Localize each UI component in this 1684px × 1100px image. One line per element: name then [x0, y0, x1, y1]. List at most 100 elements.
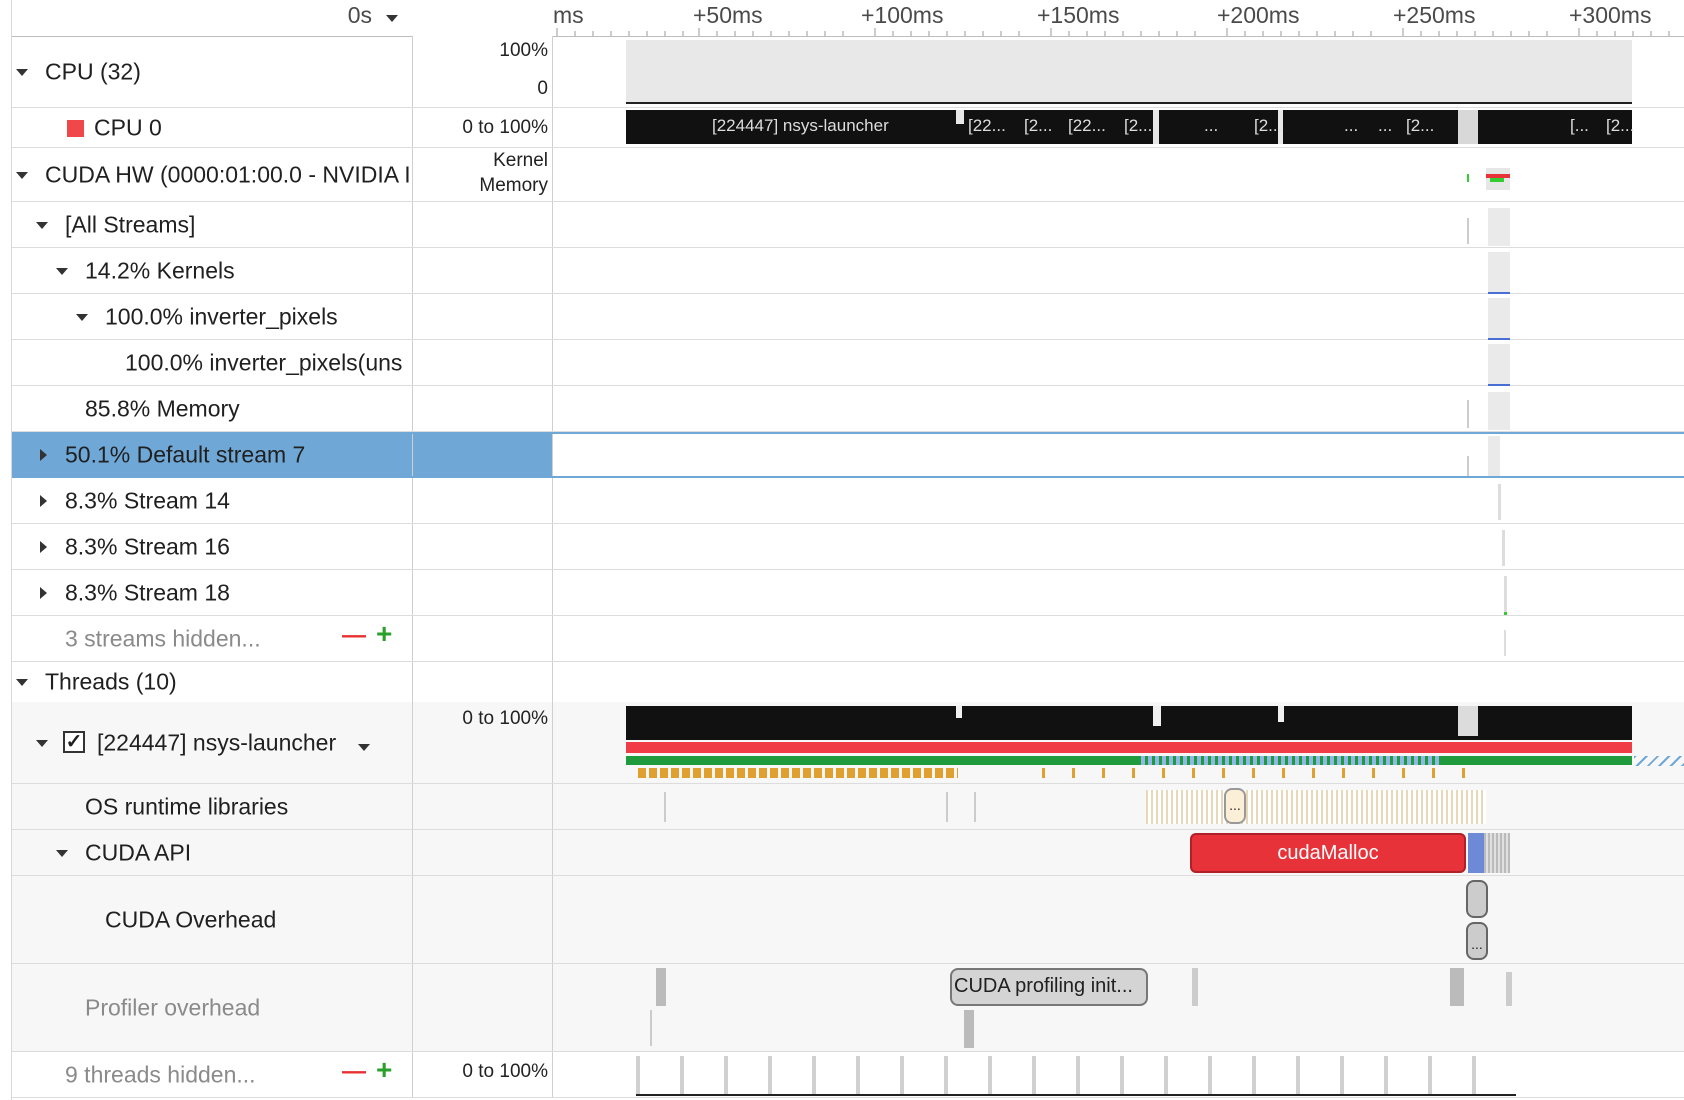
row-streams-hidden[interactable]: 3 streams hidden... — +: [12, 616, 1684, 662]
row-launcher[interactable]: ✓ [224447] nsys-launcher 0 to 100%: [12, 702, 1684, 784]
row-title: CUDA API: [85, 839, 192, 865]
row-default-stream[interactable]: 50.1% Default stream 7: [12, 432, 1684, 478]
row-label: ✓ [224447] nsys-launcher: [12, 702, 412, 783]
cpu0-slice-label: [2...: [1124, 116, 1153, 135]
show-stream-button[interactable]: +: [376, 618, 392, 650]
row-cuda-overhead[interactable]: CUDA Overhead ...: [12, 876, 1684, 964]
row-os-runtime[interactable]: OS runtime libraries ...: [12, 784, 1684, 830]
row-threads[interactable]: Threads (10): [12, 662, 1684, 702]
row-label: CPU 0: [12, 108, 412, 147]
row-label: 8.3% Stream 18: [12, 570, 412, 615]
thread-utilization[interactable]: [626, 706, 1632, 740]
hide-thread-button[interactable]: —: [342, 1058, 366, 1086]
activity-tick: [1504, 630, 1506, 656]
empty-cell: [412, 478, 553, 523]
row-title: 8.3% Stream 14: [65, 487, 230, 513]
cpu0-slice-label: [...: [1570, 116, 1589, 135]
row-cpu0[interactable]: CPU 0 0 to 100% [224447] nsys-launcher […: [12, 108, 1684, 148]
row-memory[interactable]: 85.8% Memory: [12, 386, 1684, 432]
empty-cell: [412, 202, 553, 247]
row-kernels[interactable]: 14.2% Kernels: [12, 248, 1684, 294]
expand-arrow-icon[interactable]: [36, 221, 48, 229]
range-cell: 0 to 100%: [412, 1052, 553, 1097]
expand-arrow-icon[interactable]: [36, 739, 48, 747]
overhead-block[interactable]: [1466, 880, 1488, 918]
expand-arrow-icon[interactable]: [16, 68, 28, 76]
os-runtime-block[interactable]: ...: [1224, 788, 1246, 824]
legend-kernel: Kernel: [493, 150, 548, 171]
cuda-hw-activity[interactable]: [1486, 168, 1510, 190]
cuda-api-block[interactable]: [1468, 833, 1484, 873]
expand-arrow-icon[interactable]: [16, 679, 28, 686]
label-header: 0s: [12, 0, 412, 37]
expand-arrow-icon[interactable]: [40, 494, 47, 507]
hide-stream-button[interactable]: —: [342, 622, 366, 650]
row-title: 85.8% Memory: [85, 395, 240, 421]
row-profiler-overhead[interactable]: Profiler overhead CUDA profiling init...: [12, 964, 1684, 1052]
row-title: 9 threads hidden...: [65, 1061, 256, 1087]
row-title: 14.2% Kernels: [85, 257, 235, 283]
row-label: 8.3% Stream 14: [12, 478, 412, 523]
cpu-usage-graph[interactable]: [626, 40, 1632, 104]
row-stream16[interactable]: 8.3% Stream 16: [12, 524, 1684, 570]
empty-cell: [412, 570, 553, 615]
row-title: Profiler overhead: [85, 994, 261, 1020]
cpu0-slice-label: [2...: [1606, 116, 1635, 135]
row-label: Profiler overhead: [12, 964, 412, 1051]
row-inverter-uns[interactable]: 100.0% inverter_pixels(uns: [12, 340, 1684, 386]
chevron-down-icon[interactable]: [386, 15, 398, 22]
os-runtime-events[interactable]: [1146, 790, 1486, 824]
activity-tick: [1467, 456, 1469, 476]
profiler-tick: [1506, 972, 1512, 1006]
row-title: CPU 0: [94, 114, 162, 140]
row-label: 14.2% Kernels: [12, 248, 412, 293]
expand-arrow-icon[interactable]: [56, 849, 68, 857]
range-label: 0 to 100%: [462, 708, 548, 729]
cuda-api-block[interactable]: [1484, 833, 1510, 873]
cpu0-slice-label: [2...: [1406, 116, 1435, 135]
cpu-color-swatch: [67, 120, 84, 137]
row-cpu-group[interactable]: CPU (32) 100% 0: [12, 36, 1684, 108]
cpu0-slice-label: ...: [1204, 116, 1219, 135]
row-stream18[interactable]: 8.3% Stream 18: [12, 570, 1684, 616]
expand-arrow-icon[interactable]: [16, 171, 28, 179]
overhead-block[interactable]: ...: [1466, 922, 1488, 960]
legend-memory: Memory: [479, 175, 548, 196]
time-ruler[interactable]: ms +50ms +100ms +150ms +200ms +250ms +30…: [553, 0, 1684, 37]
activity-tick: [1504, 576, 1507, 615]
activity-bar: [1488, 392, 1510, 430]
row-title: 8.3% Stream 18: [65, 579, 230, 605]
row-title: CUDA Overhead: [105, 906, 277, 932]
empty-cell: [412, 386, 553, 431]
row-threads-hidden[interactable]: 9 threads hidden... — + 0 to 100%: [12, 1052, 1684, 1098]
expand-arrow-icon[interactable]: [40, 540, 47, 553]
empty-cell: [412, 340, 553, 385]
profiling-init-block[interactable]: CUDA profiling init...: [950, 968, 1148, 1006]
os-runtime-tick: [664, 792, 666, 822]
activity-tick: [1502, 530, 1505, 566]
row-stream14[interactable]: 8.3% Stream 14: [12, 478, 1684, 524]
ruler-ticks: [556, 28, 1670, 36]
row-cuda-api[interactable]: CUDA API cudaMalloc: [12, 830, 1684, 876]
thread-checkbox[interactable]: ✓: [63, 731, 85, 753]
cuda-malloc-block[interactable]: cudaMalloc: [1190, 833, 1466, 873]
cpu0-slice-label: ...: [1344, 116, 1359, 135]
row-title: 8.3% Stream 16: [65, 533, 230, 559]
cpu0-slice-label: [224447] nsys-launcher: [712, 116, 889, 135]
empty-cell: [412, 830, 553, 875]
expand-arrow-icon[interactable]: [76, 313, 88, 321]
cpu0-slice-label: [22...: [1068, 116, 1106, 135]
row-inverter[interactable]: 100.0% inverter_pixels: [12, 294, 1684, 340]
row-all-streams[interactable]: [All Streams]: [12, 202, 1684, 248]
activity-tick: [1467, 400, 1469, 428]
range-cell: 0 to 100%: [412, 108, 553, 147]
expand-arrow-icon[interactable]: [40, 586, 47, 599]
expand-arrow-icon[interactable]: [40, 449, 47, 461]
row-cuda-hw[interactable]: CUDA HW (0000:01:00.0 - NVIDIA I Kernel …: [12, 148, 1684, 202]
chevron-down-icon[interactable]: [358, 744, 370, 751]
expand-arrow-icon[interactable]: [56, 267, 68, 275]
show-thread-button[interactable]: +: [376, 1054, 392, 1086]
empty-cell: [412, 662, 553, 702]
os-runtime-tick: [974, 792, 976, 822]
cpu0-timeline[interactable]: [224447] nsys-launcher [22... [2... [22.…: [626, 110, 1635, 144]
